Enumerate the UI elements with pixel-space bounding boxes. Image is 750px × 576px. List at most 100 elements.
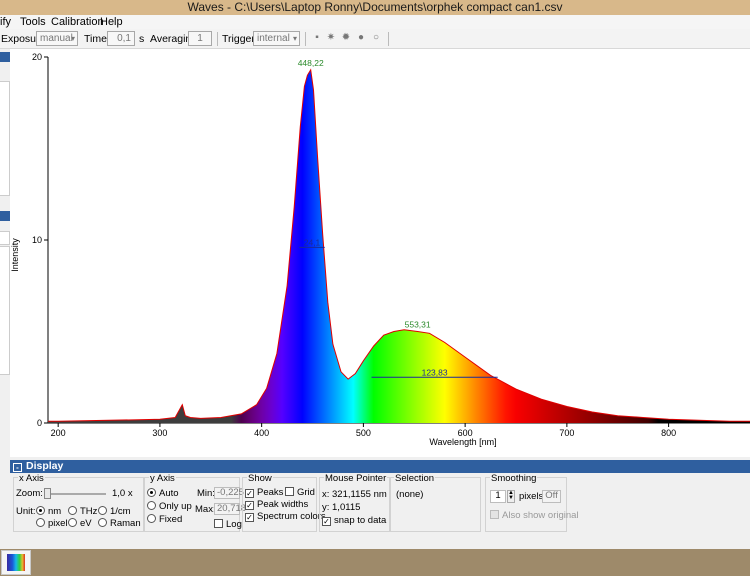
- y-tick-label: 0: [37, 418, 42, 428]
- panel-header[interactable]: [0, 211, 10, 221]
- peak-label: 553,31: [405, 320, 431, 330]
- also-show-original-checkbox[interactable]: Also show original: [490, 510, 579, 521]
- selection-title: Selection: [394, 473, 436, 484]
- panel-header[interactable]: [0, 52, 10, 62]
- display-controls: x Axis Zoom: 1,0 x Unit: nm THz 1/cm pix…: [10, 473, 750, 549]
- panel-box: [0, 81, 10, 196]
- chevron-down-icon: ▾: [70, 34, 75, 43]
- y-tick-label: 20: [32, 52, 42, 62]
- time-input[interactable]: 0,1: [107, 31, 135, 46]
- record-icon[interactable]: ●: [355, 32, 367, 44]
- smoothing-spinner[interactable]: ▲ ▼: [507, 490, 515, 503]
- radio-selected-icon: [147, 488, 156, 497]
- toolbar-separator: [217, 32, 218, 46]
- x-axis-title: x Axis: [18, 473, 45, 484]
- display-title: Display: [26, 460, 64, 472]
- mouse-pointer-title: Mouse Pointer: [324, 473, 388, 484]
- y-max-input[interactable]: 20,718: [214, 503, 246, 515]
- y-tick-label: 10: [32, 235, 42, 245]
- x-tick-label: 700: [559, 428, 574, 438]
- mouse-x-readout: x: 321,1155 nm: [322, 489, 387, 500]
- unit-raman-radio[interactable]: Raman: [98, 518, 141, 529]
- smoothing-input[interactable]: 1: [490, 490, 506, 503]
- spectrum-plot-area[interactable]: 200 300 400 500 600 700 800 0 10 20 24,1 123,83 448…: [10, 49, 750, 457]
- spectrum-area: [48, 68, 750, 424]
- y-min-input[interactable]: -0,225: [214, 487, 244, 499]
- grid-checkbox[interactable]: Grid: [285, 487, 315, 498]
- spectrum-colors-checkbox[interactable]: ✓ Spectrum colors: [245, 511, 326, 522]
- trigger-select[interactable]: internal ▾: [253, 31, 300, 46]
- panel-box: [0, 231, 10, 245]
- zoom-slider-handle[interactable]: [44, 488, 51, 499]
- waves-app-taskbar-icon[interactable]: [1, 550, 31, 575]
- checkmark-icon: ✓: [245, 489, 254, 498]
- unit-label: Unit:: [16, 506, 36, 517]
- checkmark-icon: ✓: [245, 501, 254, 510]
- toolbar-separator: [305, 32, 306, 46]
- x-tick-label: 400: [254, 428, 269, 438]
- zoom-value: 1,0 x: [112, 488, 133, 499]
- mouse-pointer-group: Mouse Pointer x: 321,1155 nm y: 1,0115 ✓…: [319, 473, 391, 532]
- y-axis-group: y Axis Auto Only up Fixed Min: -0,225 Ma…: [144, 474, 246, 532]
- smoothing-title: Smoothing: [490, 473, 538, 484]
- checkbox-icon: [490, 510, 499, 519]
- exposure-select[interactable]: manual ▾: [36, 31, 78, 46]
- peak-width-label: 123,83: [422, 367, 448, 377]
- y-max-label: Max:: [195, 504, 216, 515]
- peaks-checkbox[interactable]: ✓ Peaks: [245, 487, 283, 498]
- unit-thz-radio[interactable]: THz: [68, 506, 97, 517]
- menu-modify[interactable]: ify: [0, 15, 11, 29]
- show-title: Show: [247, 473, 273, 484]
- window-title: Waves - C:\Users\Laptop Ronny\Documents\…: [0, 0, 750, 15]
- log-checkbox[interactable]: Log: [214, 519, 242, 530]
- unit-nm-radio[interactable]: nm: [36, 506, 61, 517]
- menu-help[interactable]: Help: [100, 15, 123, 29]
- dark-sun-icon[interactable]: ✹: [340, 32, 352, 44]
- stop-icon[interactable]: ○: [370, 32, 382, 44]
- smoothing-off-button[interactable]: Off: [542, 490, 561, 503]
- peak-widths-checkbox[interactable]: ✓ Peak widths: [245, 499, 308, 510]
- radio-selected-icon: [36, 506, 45, 515]
- spectrum-chart[interactable]: 200 300 400 500 600 700 80001020 24,1123,83448…: [10, 49, 750, 457]
- unit-ev-radio[interactable]: eV: [68, 518, 92, 529]
- x-axis-label: Wavelength [nm]: [429, 437, 496, 447]
- y-axis-label: Intensity: [10, 238, 20, 272]
- peak-label: 448,22: [298, 58, 324, 68]
- unit-pixel-radio[interactable]: pixel: [36, 518, 68, 529]
- unit-1cm-radio[interactable]: 1/cm: [98, 506, 131, 517]
- y-onlyup-radio[interactable]: Only up: [147, 501, 192, 512]
- smoothing-unit: pixels: [519, 491, 544, 502]
- menu-calibration[interactable]: Calibration: [51, 15, 104, 29]
- radio-icon: [147, 501, 156, 510]
- menu-tools[interactable]: Tools: [20, 15, 46, 29]
- radio-icon: [98, 506, 107, 515]
- left-panel: [0, 49, 10, 457]
- radio-icon: [36, 518, 45, 527]
- spectrum-fill: [48, 69, 750, 424]
- x-tick-label: 300: [152, 428, 167, 438]
- mouse-y-readout: y: 1,0115: [322, 502, 361, 513]
- exposure-value: manual: [40, 33, 73, 44]
- y-fixed-radio[interactable]: Fixed: [147, 514, 182, 525]
- averaging-input[interactable]: 1: [188, 31, 212, 46]
- selection-group: Selection (none): [389, 473, 481, 532]
- sun-icon[interactable]: ✷: [325, 32, 337, 44]
- trigger-value: internal: [257, 33, 290, 44]
- show-group: Show ✓ Peaks Grid ✓ Peak widths ✓ Spectrum …: [242, 473, 326, 532]
- panel-box: [0, 246, 10, 375]
- checkmark-icon: ✓: [245, 513, 254, 522]
- smoothing-group: Smoothing 1 ▲ ▼ pixels Off Also show orig…: [485, 473, 579, 532]
- radio-icon: [98, 518, 107, 527]
- collapse-icon[interactable]: -: [13, 463, 22, 472]
- peak-width-label: 24,1: [304, 237, 321, 247]
- checkbox-icon: [214, 519, 223, 528]
- display-header[interactable]: - Display: [10, 460, 750, 473]
- y-auto-radio[interactable]: Auto: [147, 488, 179, 499]
- radio-icon: [68, 518, 77, 527]
- x-tick-label: 500: [356, 428, 371, 438]
- save-icon[interactable]: ▪: [311, 32, 323, 44]
- chevron-down-icon: ▼: [508, 495, 514, 501]
- snap-to-data-checkbox[interactable]: ✓ snap to data: [322, 515, 386, 526]
- selection-value: (none): [396, 489, 424, 500]
- zoom-slider-track[interactable]: [44, 493, 106, 495]
